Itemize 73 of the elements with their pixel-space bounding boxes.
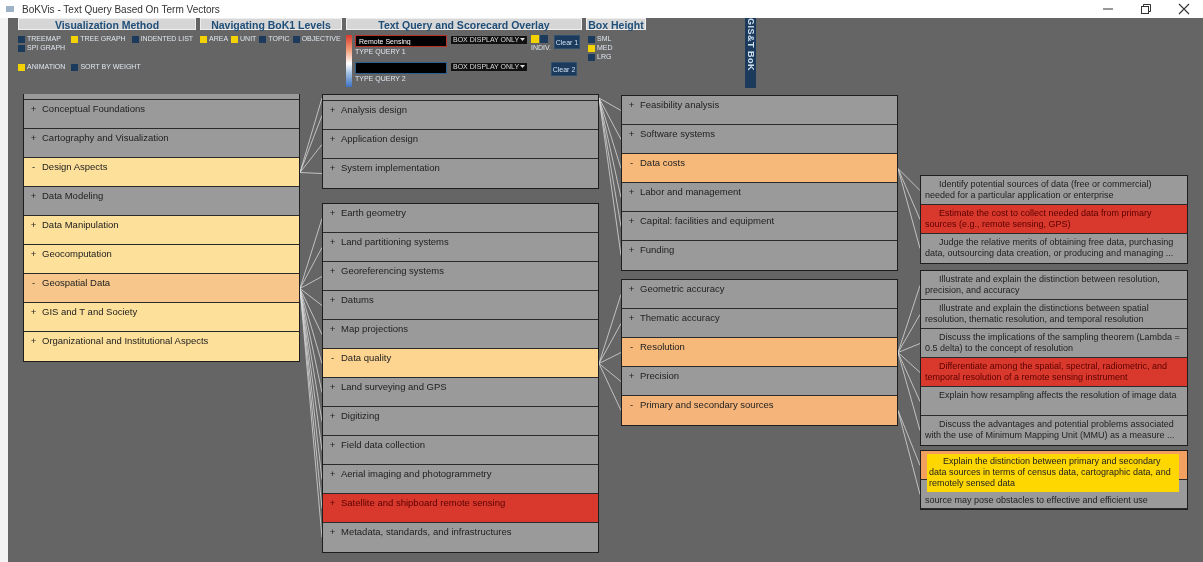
logo: GIS&T BoK <box>745 18 756 88</box>
checkbox[interactable] <box>588 53 595 61</box>
tree-node[interactable]: + Cartography and Visualization <box>24 129 299 158</box>
checkbox[interactable] <box>259 35 267 43</box>
tree-node[interactable]: + Analysis design <box>323 101 598 130</box>
checkbox[interactable] <box>588 44 595 52</box>
checkbox[interactable] <box>71 63 79 71</box>
tree-node[interactable]: + Software systems <box>622 125 897 154</box>
objective-row[interactable]: Explain how resampling affects the resolution of image data <box>921 387 1187 416</box>
checkbox[interactable] <box>131 35 139 43</box>
tree-node[interactable]: + Field data collection <box>323 436 598 465</box>
objective-row[interactable]: Differentiate among the spatial, spectral, radiometric, and temporal resolution of a remote sensing instrument <box>921 358 1187 387</box>
tree-node[interactable]: - Resolution <box>622 338 897 367</box>
tree-node[interactable]: + Data Manipulation <box>24 216 299 245</box>
objective-row[interactable]: Judge the relative merits of obtaining free data, purchasing data, outsourcing data creation, or producing and managing ... <box>921 234 1187 263</box>
tree-node[interactable]: + Labor and management <box>622 183 897 212</box>
tree-node[interactable]: - Data quality <box>323 349 598 378</box>
tree-node[interactable]: + Data Modeling <box>24 187 299 216</box>
tree-node[interactable]: + System implementation <box>323 159 598 188</box>
tree-node[interactable]: + Precision <box>622 367 897 396</box>
tree-node[interactable]: + Datums <box>323 291 598 320</box>
tree-node[interactable]: + Capital: facilities and equipment <box>622 212 897 241</box>
objective-row[interactable]: Discuss the implications of the sampling theorem (Lambda = 0.5 delta) to the concept of resolution <box>921 329 1187 358</box>
window-title: BoKVis - Text Query Based On Term Vectors <box>22 3 221 15</box>
tree-node[interactable]: + GIS and T and Society <box>24 303 299 332</box>
tree-node[interactable]: + Land surveying and GPS <box>323 378 598 407</box>
app-icon <box>6 5 14 13</box>
tree-node[interactable]: - Data costs <box>622 154 897 183</box>
section-header: Navigating BoK1 Levels <box>200 18 342 30</box>
checkbox[interactable] <box>71 35 79 43</box>
tree-node[interactable]: + Digitizing <box>323 407 598 436</box>
tree-node[interactable]: + Map projections <box>323 320 598 349</box>
tree-node[interactable]: + Land partitioning systems <box>323 233 598 262</box>
objective-row[interactable]: Discuss the advantages and potential problems associated with the use of Minimum Mapping Unit (MMU) as a measure ... <box>921 416 1187 445</box>
tree-node[interactable]: + Feasibility analysis <box>622 96 897 125</box>
tree-node[interactable]: - Primary and secondary sources <box>622 396 897 425</box>
objective-row[interactable]: Illustrate and explain the distinction between resolution, precision, and accuracy <box>921 271 1187 300</box>
tree-node[interactable]: + Aerial imaging and photogrammetry <box>323 465 598 494</box>
tree-node[interactable]: + Metadata, standards, and infrastructures <box>323 523 598 552</box>
checkbox[interactable] <box>540 35 548 43</box>
caret-icon <box>520 38 525 42</box>
tree-node[interactable]: + Geometric accuracy <box>622 280 897 309</box>
tree-node[interactable]: + Georeferencing systems <box>323 262 598 291</box>
checkbox[interactable] <box>531 35 539 43</box>
objective-row[interactable]: Illustrate and explain the distinctions between spatial resolution, thematic resolution, and temporal resolution <box>921 300 1187 329</box>
caret-icon <box>520 65 525 69</box>
tree-node[interactable]: + Organizational and Institutional Aspects <box>24 332 299 361</box>
section-header: Visualization Method <box>18 18 196 30</box>
objective-row[interactable]: Estimate the cost to collect needed data from primary sources (e.g., remote sensing, GPS) <box>921 205 1187 234</box>
checkbox[interactable] <box>18 63 25 71</box>
tree-node[interactable]: + Application design <box>323 130 598 159</box>
tree-node[interactable]: + Conceptual Foundations <box>24 100 299 129</box>
checkbox[interactable] <box>200 35 207 43</box>
tree-node[interactable] <box>24 94 299 100</box>
section-header: Text Query and Scorecard Overlay <box>346 18 582 30</box>
section-header: Box Height <box>586 18 646 30</box>
tooltip: Explain the distinction between primary and secondary data sources in terms of census data, cartographic data, and remotely sensed data <box>927 454 1179 492</box>
tree-node[interactable]: - Design Aspects <box>24 158 299 187</box>
objective-row[interactable]: Identify potential sources of data (free or commercial) needed for a particular application or enterprise <box>921 176 1187 205</box>
checkbox[interactable] <box>18 35 25 43</box>
checkbox[interactable] <box>292 35 300 43</box>
checkbox[interactable] <box>18 44 25 52</box>
tree-node[interactable]: - Geospatial Data <box>24 274 299 303</box>
tree-node[interactable]: + Satellite and shipboard remote sensing <box>323 494 598 523</box>
color-scale <box>346 35 352 87</box>
checkbox[interactable] <box>588 35 595 43</box>
tree-node[interactable]: + Earth geometry <box>323 204 598 233</box>
tree-node[interactable]: + Thematic accuracy <box>622 309 897 338</box>
tree-node[interactable]: + Funding <box>622 241 897 270</box>
query-field[interactable] <box>355 62 447 74</box>
tree-node[interactable]: + Geocomputation <box>24 245 299 274</box>
checkbox[interactable] <box>231 35 239 43</box>
tree-node[interactable] <box>323 95 598 101</box>
